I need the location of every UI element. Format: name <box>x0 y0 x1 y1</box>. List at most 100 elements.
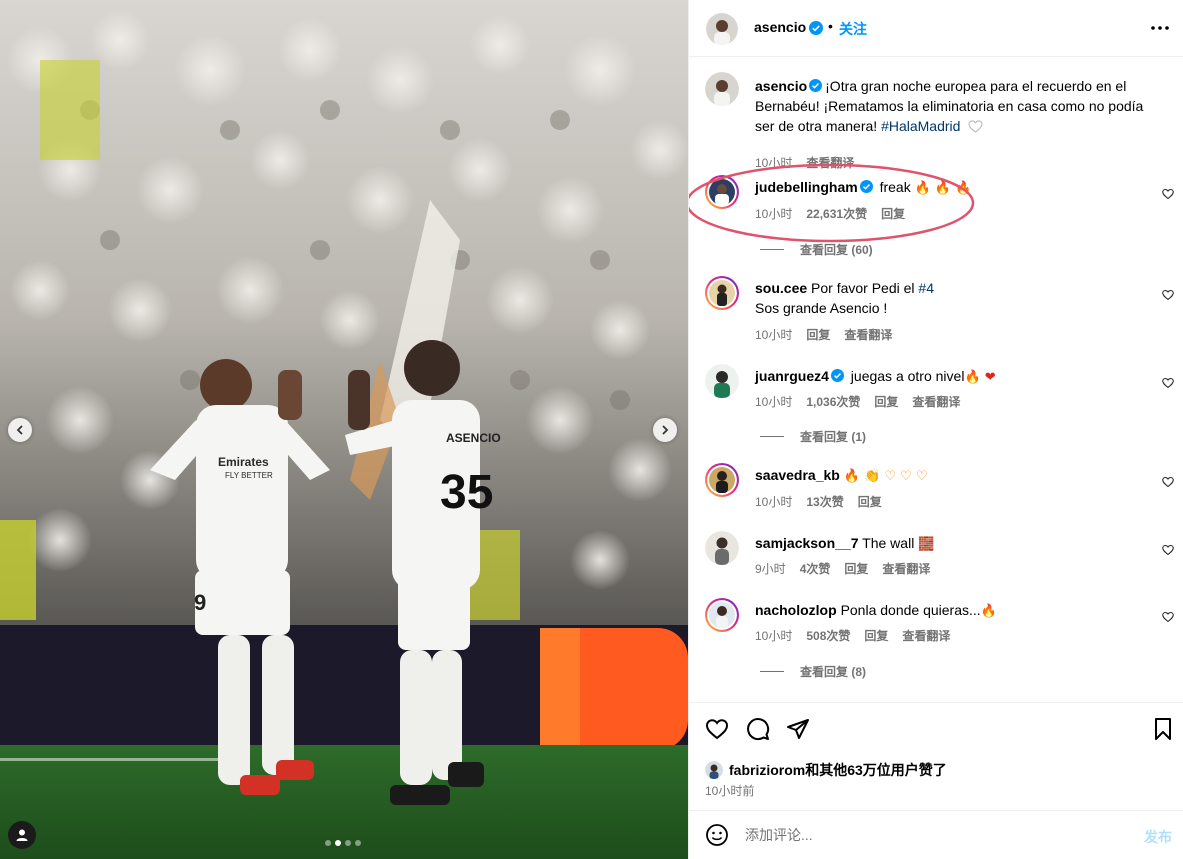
heart-icon[interactable] <box>1162 188 1174 200</box>
comment-text: sou.cee Por favor Pedi el #4 Sos grande … <box>755 278 1155 318</box>
comment-time: 10小时 <box>755 495 793 509</box>
post-photo: Emirates FLY BETTER 9 ASENCIO 35 <box>0 0 688 859</box>
caption-text: asencio ¡Otra gran noche europea para el … <box>755 76 1150 136</box>
reply-button[interactable]: 回复 <box>864 627 888 644</box>
commenter-avatar[interactable] <box>705 598 739 632</box>
comment-input[interactable] <box>745 825 1105 845</box>
svg-text:FLY BETTER: FLY BETTER <box>225 471 273 480</box>
hashtag-link[interactable]: #4 <box>918 280 934 296</box>
post-timestamp: 10小时前 <box>705 784 755 798</box>
commenter-username[interactable]: judebellingham <box>755 179 858 195</box>
user-icon <box>16 829 28 841</box>
share-paper-plane-icon[interactable] <box>786 717 810 741</box>
caption-meta: 10小时 查看翻译 <box>755 154 854 171</box>
commenter-avatar[interactable] <box>705 175 739 209</box>
commenter-avatar[interactable] <box>705 276 739 310</box>
see-translation-button[interactable]: 查看翻译 <box>806 154 854 171</box>
svg-text:35: 35 <box>440 466 493 519</box>
post-comment-button[interactable]: 发布 <box>1144 827 1172 847</box>
follow-button[interactable]: 关注 <box>839 19 867 39</box>
view-replies-button[interactable]: 查看回复 (8) <box>760 663 866 680</box>
comment-time: 10小时 <box>755 629 793 643</box>
reply-button[interactable]: 回复 <box>806 326 830 343</box>
liker-avatar[interactable] <box>705 761 723 779</box>
comment-text: nacholozlop Ponla donde quieras...🔥 <box>755 600 1155 622</box>
commenter-avatar[interactable] <box>705 364 739 398</box>
reply-button[interactable]: 回复 <box>874 393 898 410</box>
liked-by-line[interactable]: fabriziorom 和其他63万位用户赞了 <box>705 760 947 780</box>
previous-photo-button[interactable] <box>8 418 32 442</box>
comment-body: The wall <box>862 535 919 551</box>
reply-button[interactable]: 回复 <box>858 493 882 510</box>
chevron-left-icon <box>16 425 23 435</box>
view-replies-button[interactable]: 查看回复 (60) <box>760 241 873 258</box>
add-comment-bar: 发布 <box>689 810 1183 859</box>
comment-likes[interactable]: 4次赞 <box>800 560 831 577</box>
reaction-emojis: 🔥 👏 ♡ ♡ ♡ <box>843 469 928 484</box>
see-translation-button[interactable]: 查看翻译 <box>882 560 930 577</box>
replies-divider <box>760 671 784 672</box>
tagged-users-button[interactable] <box>8 821 36 849</box>
replies-divider <box>760 249 784 250</box>
heart-icon[interactable] <box>1162 289 1174 301</box>
verified-badge-icon <box>859 180 873 193</box>
emoji-smiley-icon[interactable] <box>705 823 729 847</box>
hashtag-link[interactable]: #HalaMadrid <box>881 118 960 134</box>
comment-text: judebellingham freak 🔥 🔥 🔥 <box>755 177 1155 199</box>
heart-icon[interactable] <box>1162 611 1174 623</box>
heart-icon[interactable] <box>1162 377 1174 389</box>
svg-text:ASENCIO: ASENCIO <box>446 431 501 445</box>
author-avatar[interactable] <box>706 13 738 45</box>
commenter-avatar[interactable] <box>705 463 739 497</box>
comment-bubble-icon[interactable] <box>746 717 770 741</box>
liked-by-suffix[interactable]: 和其他63万位用户赞了 <box>805 760 947 780</box>
reply-button[interactable]: 回复 <box>844 560 868 577</box>
comment-body-line2: Sos grande Asencio ! <box>755 300 888 316</box>
commenter-username[interactable]: samjackson__7 <box>755 535 859 551</box>
liker-username[interactable]: fabriziorom <box>729 762 805 778</box>
comment-meta: 9小时 4次赞 回复 查看翻译 <box>755 560 930 577</box>
see-translation-button[interactable]: 查看翻译 <box>912 393 960 410</box>
comment-likes[interactable]: 508次赞 <box>806 627 850 644</box>
comment-body: freak <box>879 179 915 195</box>
reply-button[interactable]: 回复 <box>881 205 905 222</box>
comment-meta: 10小时 22,631次赞 回复 <box>755 205 905 222</box>
comment-likes[interactable]: 22,631次赞 <box>806 205 867 222</box>
comment-meta: 10小时 1,036次赞 回复 查看翻译 <box>755 393 960 410</box>
commenter-username[interactable]: sou.cee <box>755 280 807 296</box>
separator-dot: • <box>828 18 833 34</box>
heart-icon[interactable] <box>1162 476 1174 488</box>
see-translation-button[interactable]: 查看翻译 <box>902 627 950 644</box>
carousel-dot <box>325 840 331 846</box>
more-options-icon[interactable] <box>1149 18 1171 38</box>
view-replies-label: 查看回复 (1) <box>800 430 867 444</box>
caption-time: 10小时 <box>755 156 793 170</box>
caption-username[interactable]: asencio <box>755 78 807 94</box>
commenter-username[interactable]: nacholozlop <box>755 602 837 618</box>
post-actions: fabriziorom 和其他63万位用户赞了 10小时前 <box>689 702 1183 810</box>
svg-text:9: 9 <box>194 590 206 615</box>
comment-likes[interactable]: 1,036次赞 <box>806 393 860 410</box>
view-replies-button[interactable]: 查看回复 (1) <box>760 428 866 445</box>
commenter-username[interactable]: saavedra_kb <box>755 467 840 483</box>
comment-body: Por favor Pedi el <box>811 280 919 296</box>
comment-time: 10小时 <box>755 328 793 342</box>
heart-icon[interactable] <box>1162 544 1174 556</box>
chevron-right-icon <box>662 425 669 435</box>
commenter-avatar[interactable] <box>705 531 739 565</box>
comment-meta: 10小时 回复 查看翻译 <box>755 326 892 343</box>
comment-time: 10小时 <box>755 207 793 221</box>
author-avatar[interactable] <box>705 72 739 106</box>
comment-time: 10小时 <box>755 395 793 409</box>
next-photo-button[interactable] <box>653 418 677 442</box>
carousel-dot-active <box>335 840 341 846</box>
comment-time: 9小时 <box>755 562 786 576</box>
author-username[interactable]: asencio <box>754 19 806 35</box>
replies-divider <box>760 436 784 437</box>
commenter-username[interactable]: juanrguez4 <box>755 368 829 384</box>
save-bookmark-icon[interactable] <box>1151 717 1175 741</box>
stadium-photo: Emirates FLY BETTER 9 ASENCIO 35 <box>0 0 688 859</box>
like-heart-icon[interactable] <box>705 717 729 741</box>
comment-likes[interactable]: 13次赞 <box>806 493 843 510</box>
see-translation-button[interactable]: 查看翻译 <box>844 326 892 343</box>
